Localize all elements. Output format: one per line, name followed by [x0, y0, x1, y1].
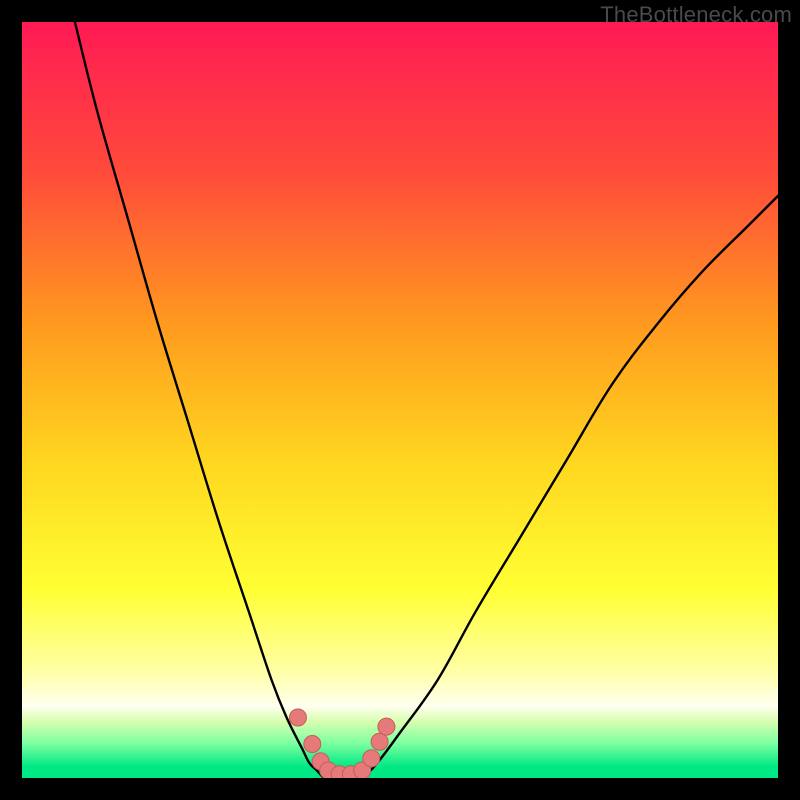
valley-marker: [371, 733, 388, 750]
bottleneck-chart: [22, 22, 778, 778]
valley-marker: [304, 735, 321, 752]
valley-marker: [363, 750, 380, 767]
chart-frame: [22, 22, 778, 778]
gradient-background: [22, 22, 778, 778]
valley-marker: [378, 718, 395, 735]
valley-marker: [289, 709, 306, 726]
